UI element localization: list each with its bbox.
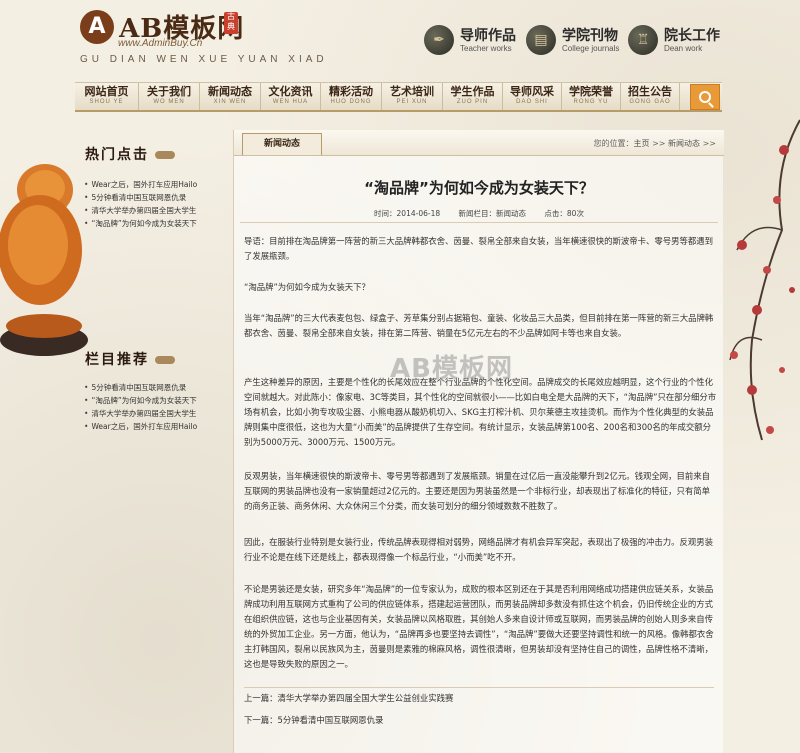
next-article: 下一篇：5分钟看清中国互联网恩仇录 [244,714,718,726]
meta-time: 时间：2014-06-18 [374,209,441,218]
list-item[interactable]: Wear之后，国外打车应用Hailo [84,420,224,433]
cloud-ornament-icon [155,151,175,159]
hot-clicks-label: 热门点击 [85,147,149,163]
nav-sub: XIN WEN [213,99,247,105]
book-icon: ▤ [526,25,556,55]
breadcrumb-tail: >> [700,139,716,148]
list-item[interactable]: Wear之后，国外打车应用Hailo [84,178,224,191]
article-paragraph: 因此，在服装行业特别是女装行业，传统品牌表现得相对弱势，网络品牌才有机会异军突起… [244,537,713,562]
quick-link-sub: Teacher works [460,43,512,53]
nav-item-training[interactable]: 艺术培训 PEI XUN [382,83,443,110]
nav-label: 招生公告 [628,85,672,98]
breadcrumb-sep: >> [649,139,669,148]
main-nav: 网站首页 SHOU YE 关于我们 WO MEN 新闻动态 XIN WEN 文化资讯 W… [75,82,722,112]
logo-subtitle: GU DIAN WEN XUE YUAN XIAD [80,54,328,65]
article-paragraph: 导语：目前排在淘品牌第一阵营的新三大品牌韩都衣舍、茵曼、裂帛全部来自女装，当年横… [244,236,713,261]
hot-clicks-list: Wear之后，国外打车应用Hailo 5分钟看清中国互联网恩仇录 清华大学举办第… [84,178,224,230]
brush-icon: ✒ [424,25,454,55]
search-button[interactable] [690,84,720,110]
meta-section: 新闻栏目：新闻动态 [458,209,527,218]
article-paragraph: 反观男装，当年横速很快的斯波帝卡、零号男等都遇到了发展瓶颈。销量在过亿后一直没能… [244,471,710,511]
dean-icon: ♖ [628,25,658,55]
next-label: 下一篇： [244,715,278,725]
nav-sub: PEI XUN [396,99,428,105]
nav-item-admissions[interactable]: 招生公告 GONG GAO [621,83,680,110]
article-header-bar: 新闻动态 您的位置：主页 >> 新闻动态 >> [234,130,724,156]
breadcrumb-home[interactable]: 主页 [634,139,650,148]
meta-clicks: 点击：80次 [544,209,584,218]
nav-sub: RONG YU [573,99,609,105]
list-item[interactable]: 5分钟看清中国互联网恩仇录 [84,381,224,394]
article-title: “淘品牌”为何如今成为女装天下？ [364,179,594,197]
list-item[interactable]: 清华大学举办第四届全国大学生 [84,407,224,420]
article-paragraph: 产生这种差异的原因，主要是个性化的长尾效应在整个行业品牌的个性化空间。品牌成交的… [244,377,717,447]
nav-label: 精彩活动 [329,85,373,98]
nav-label: 学院荣誉 [569,85,613,98]
breadcrumb-prefix: 您的位置： [593,139,634,148]
quick-link-dean-work[interactable]: ♖ 院长工作 Dean work [628,25,720,55]
tab-news[interactable]: 新闻动态 [242,133,322,155]
nav-item-honors[interactable]: 学院荣誉 RONG YU [562,83,621,110]
list-item[interactable]: “淘品牌”为何如今成为女装天下 [84,394,224,407]
next-article-link[interactable]: 5分钟看清中国互联网恩仇录 [278,715,384,725]
watermark: AB模板网 [390,354,513,384]
breadcrumb-section[interactable]: 新闻动态 [668,139,700,148]
nav-sub: SHOU YE [89,99,124,105]
nav-item-home[interactable]: 网站首页 SHOU YE [75,83,139,110]
nav-sub: WO MEN [153,99,185,105]
nav-label: 新闻动态 [208,85,252,98]
nav-sub: HUO DONG [330,99,372,105]
logo-url: www.AdminBuy.Cn [118,38,203,49]
plum-blossom-decoration [729,119,800,441]
nav-item-culture[interactable]: 文化资讯 WEN HUA [261,83,321,110]
logo-seal: 古典 [224,12,238,34]
prev-label: 上一篇： [244,693,278,703]
quick-link-title: 导师作品 [460,27,516,44]
quick-link-teacher-works[interactable]: ✒ 导师作品 Teacher works [424,25,516,55]
article-meta: 时间：2014-06-18 新闻栏目：新闻动态 点击：80次 [234,208,724,219]
logo-mark-icon: A [80,9,114,44]
nav-label: 艺术培训 [390,85,434,98]
nav-sub: ZUO PIN [456,99,489,105]
quick-link-sub: Dean work [664,43,703,53]
nav-label: 网站首页 [84,85,129,98]
divider [240,222,718,223]
site-header: A AB模板网 www.AdminBuy.Cn 古典 GU DIAN WEN X… [0,0,800,80]
hot-clicks-title: 热门点击 [85,144,175,164]
recommended-list: 5分钟看清中国互联网恩仇录 “淘品牌”为何如今成为女装天下 清华大学举办第四届全… [84,381,224,433]
nav-item-student-works[interactable]: 学生作品 ZUO PIN [443,83,503,110]
nav-item-events[interactable]: 精彩活动 HUO DONG [321,83,382,110]
quick-link-title: 学院刊物 [562,27,618,44]
nav-item-news[interactable]: 新闻动态 XIN WEN [200,83,261,110]
nav-label: 文化资讯 [268,85,313,98]
cloud-ornament-icon [155,356,175,364]
search-icon [699,91,711,103]
list-item[interactable]: 5分钟看清中国互联网恩仇录 [84,191,224,204]
nav-sub: DAO SHI [516,99,548,105]
site-logo[interactable]: A AB模板网 www.AdminBuy.Cn [80,8,244,49]
prev-article-link[interactable]: 清华大学举办第四届全国大学生公益创业实践赛 [278,693,454,703]
list-item[interactable]: “淘品牌”为何如今成为女装天下 [84,217,224,230]
prev-article: 上一篇：清华大学举办第四届全国大学生公益创业实践赛 [244,687,714,704]
quick-link-college-journals[interactable]: ▤ 学院刊物 College journals [526,25,619,55]
article-panel: 新闻动态 您的位置：主页 >> 新闻动态 >> “淘品牌”为何如今成为女装天下？… [233,130,724,753]
recommended-title: 栏目推荐 [85,349,175,369]
nav-label: 关于我们 [147,85,191,98]
nav-sub: GONG GAO [629,99,671,105]
nav-item-teachers[interactable]: 导师风采 DAO SHI [503,83,562,110]
article-paragraph: 当年“淘品牌”的三大代表麦包包、绿盒子、芳草集分别占据箱包、童装、化妆品三大品类… [244,313,714,338]
nav-label: 学生作品 [450,85,495,98]
breadcrumb: 您的位置：主页 >> 新闻动态 >> [594,138,716,149]
nav-label: 导师风采 [510,85,554,98]
nav-sub: WEN HUA [272,99,309,105]
article-paragraph: 不论是男装还是女装，研究多年“淘品牌”的一位专家认为，成败的根本区别还在于其是否… [244,584,714,669]
figurine-decoration [0,164,88,356]
nav-item-about[interactable]: 关于我们 WO MEN [139,83,200,110]
list-item[interactable]: 清华大学举办第四届全国大学生 [84,204,224,217]
quick-link-title: 院长工作 [664,27,720,44]
quick-link-sub: College journals [562,43,620,53]
article-paragraph: “淘品牌”为何如今成为女装天下？ [244,282,370,292]
recommended-label: 栏目推荐 [85,352,149,368]
